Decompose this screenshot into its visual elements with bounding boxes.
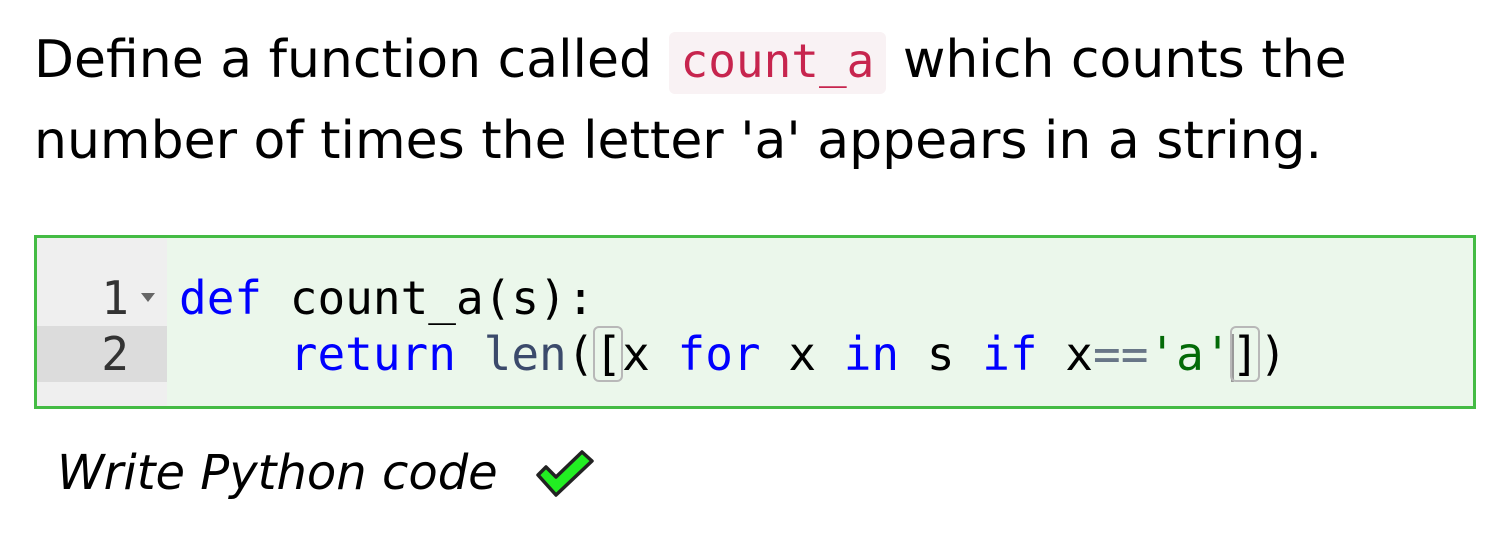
line-number-2: 2 <box>37 326 167 382</box>
line-number-text: 1 <box>101 271 129 325</box>
code-token: count_a(s): <box>262 271 595 325</box>
line-number-text: 2 <box>101 327 129 381</box>
prompt-text-before: Define a function called <box>34 30 669 90</box>
code-token: len <box>483 327 567 381</box>
code-token: x <box>760 327 844 381</box>
code-token: for <box>677 327 761 381</box>
fold-arrow-icon[interactable] <box>141 293 155 302</box>
code-token: x <box>622 327 678 381</box>
checkmark-icon <box>535 450 594 497</box>
task-label: Write Python code <box>57 445 498 501</box>
code-line-1[interactable]: def count_a(s): <box>179 270 594 326</box>
code-token: if <box>982 327 1038 381</box>
code-token: 'a' <box>1148 327 1232 381</box>
function-name-code: count_a <box>668 32 887 94</box>
line-number-1: 1 <box>37 270 167 326</box>
answer-status: Write Python code <box>57 440 596 506</box>
question-prompt: Define a function called count_a which c… <box>34 20 1474 181</box>
code-token: == <box>1093 327 1149 381</box>
code-token: ] <box>1230 326 1261 382</box>
code-token: ( <box>566 327 595 381</box>
code-token: ) <box>1259 327 1287 381</box>
code-token: def <box>179 271 263 325</box>
line-number-gutter: 1 2 <box>37 238 167 406</box>
code-editor[interactable]: 1 2 def count_a(s): return len([x for x … <box>34 235 1476 409</box>
code-token: s <box>899 327 983 381</box>
code-token: in <box>843 327 900 381</box>
code-token: [ <box>593 326 624 382</box>
code-token: x <box>1037 327 1093 381</box>
code-line-2[interactable]: return len([x for x in s if x=='a']) <box>179 326 1287 382</box>
code-token: return <box>289 327 456 381</box>
